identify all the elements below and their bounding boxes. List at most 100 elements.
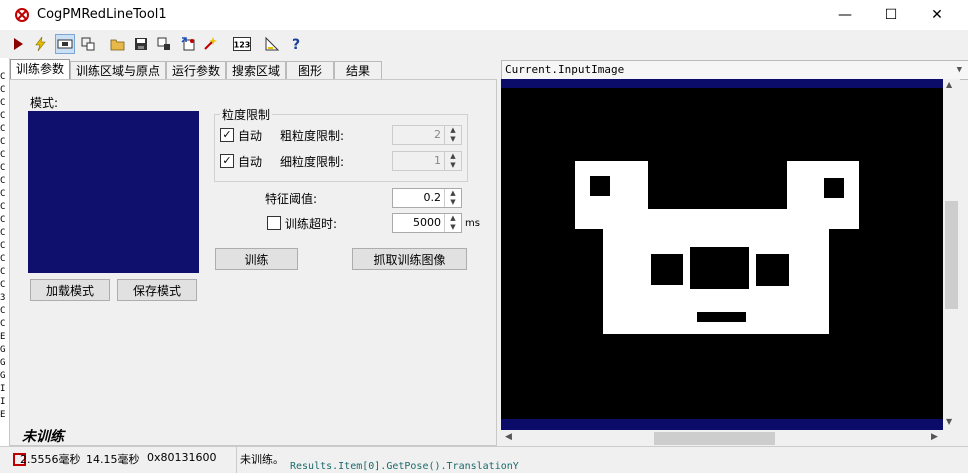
feature-threshold-value: 0.2 bbox=[423, 191, 442, 204]
background-text-fragment: C bbox=[0, 176, 6, 186]
lightning-icon[interactable] bbox=[30, 34, 50, 54]
background-text-fragment: I bbox=[0, 397, 6, 407]
tab-train-params[interactable]: 训练参数 bbox=[10, 59, 70, 81]
tab-graphics[interactable]: 图形 bbox=[286, 61, 334, 80]
reset-icon[interactable] bbox=[178, 34, 198, 54]
background-text-fragment: C bbox=[0, 215, 6, 225]
measure-icon[interactable] bbox=[262, 34, 282, 54]
pattern-display bbox=[28, 111, 199, 273]
coarse-auto-label: 自动 bbox=[238, 129, 263, 143]
train-timeout-spinner[interactable]: 5000 ▲ ▼ bbox=[392, 213, 462, 233]
train-button[interactable]: 训练 bbox=[215, 248, 298, 270]
background-text-fragment: C bbox=[0, 267, 6, 277]
background-text-fragment: G bbox=[0, 345, 6, 355]
train-timeout-value: 5000 bbox=[413, 216, 441, 229]
window-title: CogPMRedLineTool1 bbox=[37, 7, 167, 22]
status-message: 未训练。 bbox=[240, 453, 284, 466]
minimize-button[interactable]: — bbox=[822, 0, 868, 30]
status-code: 0x80131600 bbox=[147, 451, 217, 464]
background-text-fragment: I bbox=[0, 384, 6, 394]
background-code-text: Results.Item[0].GetPose().TranslationY bbox=[290, 461, 519, 472]
fine-granularity-label: 细粒度限制: bbox=[280, 155, 345, 169]
scroll-left-icon[interactable]: ◀ bbox=[505, 432, 512, 442]
scroll-up-icon[interactable]: ▲ bbox=[946, 80, 952, 89]
background-text-fragment: C bbox=[0, 72, 6, 82]
image-source-label: Current.InputImage bbox=[505, 63, 625, 76]
tab-search-region[interactable]: 搜索区域 bbox=[226, 61, 286, 80]
tab-run-params[interactable]: 运行参数 bbox=[166, 61, 226, 80]
background-text-fragment: C bbox=[0, 228, 6, 238]
open-folder-icon[interactable] bbox=[108, 34, 128, 54]
horizontal-scrollbar[interactable]: ◀ ▶ bbox=[501, 430, 943, 447]
region-icon[interactable] bbox=[78, 34, 98, 54]
background-text-fragment: C bbox=[0, 189, 6, 199]
fine-auto-checkbox[interactable]: ✓ bbox=[220, 154, 234, 168]
save-pattern-button[interactable]: 保存模式 bbox=[117, 279, 197, 301]
vertical-scrollbar[interactable]: ▲ ▼ bbox=[943, 79, 960, 430]
background-text-fragment: C bbox=[0, 163, 6, 173]
coarse-auto-checkbox[interactable]: ✓ bbox=[220, 128, 234, 142]
coarse-granularity-value: 2 bbox=[434, 128, 441, 141]
background-text-fragment: C bbox=[0, 202, 6, 212]
coarse-granularity-label: 粗粒度限制: bbox=[280, 129, 345, 143]
train-params-panel: 模式: 加载模式 保存模式 粒度限制 ✓ 自动 粗粒度限制: 2 ▲ ▼ ✓ 自动… bbox=[9, 79, 497, 446]
status-time2: 14.15毫秒 bbox=[86, 453, 140, 466]
timeout-unit-label: ms bbox=[465, 218, 480, 229]
run-icon[interactable] bbox=[8, 34, 28, 54]
display-icon[interactable] bbox=[55, 34, 75, 54]
scroll-right-icon[interactable]: ▶ bbox=[931, 432, 938, 442]
background-text-fragment: 3 bbox=[0, 293, 6, 303]
train-status-label: 未训练 bbox=[22, 429, 64, 445]
image-display[interactable] bbox=[501, 79, 943, 430]
vertical-scroll-thumb[interactable] bbox=[945, 201, 958, 309]
background-text-fragment: C bbox=[0, 137, 6, 147]
fine-granularity-value: 1 bbox=[434, 154, 441, 167]
background-text-fragment: C bbox=[0, 85, 6, 95]
coarse-granularity-spinner[interactable]: 2 ▲ ▼ bbox=[392, 125, 462, 145]
background-text-fragment: C bbox=[0, 124, 6, 134]
tab-train-region[interactable]: 训练区域与原点 bbox=[70, 61, 166, 80]
title-bar: CogPMRedLineTool1 — ☐ ✕ bbox=[0, 0, 968, 30]
background-text-fragment: C bbox=[0, 241, 6, 251]
status-divider bbox=[236, 447, 237, 473]
background-text-fragment: C bbox=[0, 111, 6, 121]
wand-icon[interactable] bbox=[200, 34, 220, 54]
svg-text:?: ? bbox=[292, 37, 300, 52]
tab-results[interactable]: 结果 bbox=[334, 61, 382, 80]
background-text-fragment: C bbox=[0, 254, 6, 264]
background-text-fragment: E bbox=[0, 410, 6, 420]
spinner-arrows-icon[interactable]: ▲ ▼ bbox=[444, 189, 461, 207]
horizontal-scroll-thumb[interactable] bbox=[654, 432, 775, 445]
spinner-arrows-icon[interactable]: ▲ ▼ bbox=[444, 214, 461, 232]
background-text-fragment: C bbox=[0, 98, 6, 108]
close-button[interactable]: ✕ bbox=[914, 0, 960, 30]
load-pattern-button[interactable]: 加载模式 bbox=[30, 279, 110, 301]
save-icon[interactable] bbox=[131, 34, 151, 54]
granularity-group-label: 粒度限制 bbox=[220, 106, 273, 123]
numeric-icon-label: 123 bbox=[234, 41, 251, 50]
scroll-down-icon[interactable]: ▼ bbox=[946, 417, 952, 426]
status-time1: 2.5556毫秒 bbox=[20, 453, 81, 466]
spinner-arrows-icon[interactable]: ▲ ▼ bbox=[444, 126, 461, 144]
background-text-fragment: G bbox=[0, 371, 6, 381]
maximize-button[interactable]: ☐ bbox=[868, 0, 914, 30]
pattern-label: 模式: bbox=[30, 96, 59, 110]
fine-auto-label: 自动 bbox=[238, 155, 263, 169]
fine-granularity-spinner[interactable]: 1 ▲ ▼ bbox=[392, 151, 462, 171]
grab-train-image-button[interactable]: 抓取训练图像 bbox=[352, 248, 467, 270]
background-text-fragment: C bbox=[0, 150, 6, 160]
toolbar: 123 ? bbox=[0, 31, 968, 58]
chevron-down-icon[interactable]: ▼ bbox=[957, 61, 962, 79]
background-text-fragment: C bbox=[0, 306, 6, 316]
feature-threshold-label: 特征阈值: bbox=[265, 192, 318, 206]
spinner-arrows-icon[interactable]: ▲ ▼ bbox=[444, 152, 461, 170]
status-bar: 2.5556毫秒 14.15毫秒 0x80131600 未训练。 Results… bbox=[0, 446, 968, 473]
grab-icon[interactable] bbox=[154, 34, 174, 54]
train-timeout-label: 训练超时: bbox=[285, 217, 338, 231]
input-image bbox=[501, 79, 943, 430]
feature-threshold-spinner[interactable]: 0.2 ▲ ▼ bbox=[392, 188, 462, 208]
numeric-icon[interactable]: 123 bbox=[232, 34, 252, 54]
help-icon[interactable]: ? bbox=[286, 34, 306, 54]
background-text-fragment: E bbox=[0, 332, 6, 342]
train-timeout-checkbox[interactable] bbox=[267, 216, 281, 230]
